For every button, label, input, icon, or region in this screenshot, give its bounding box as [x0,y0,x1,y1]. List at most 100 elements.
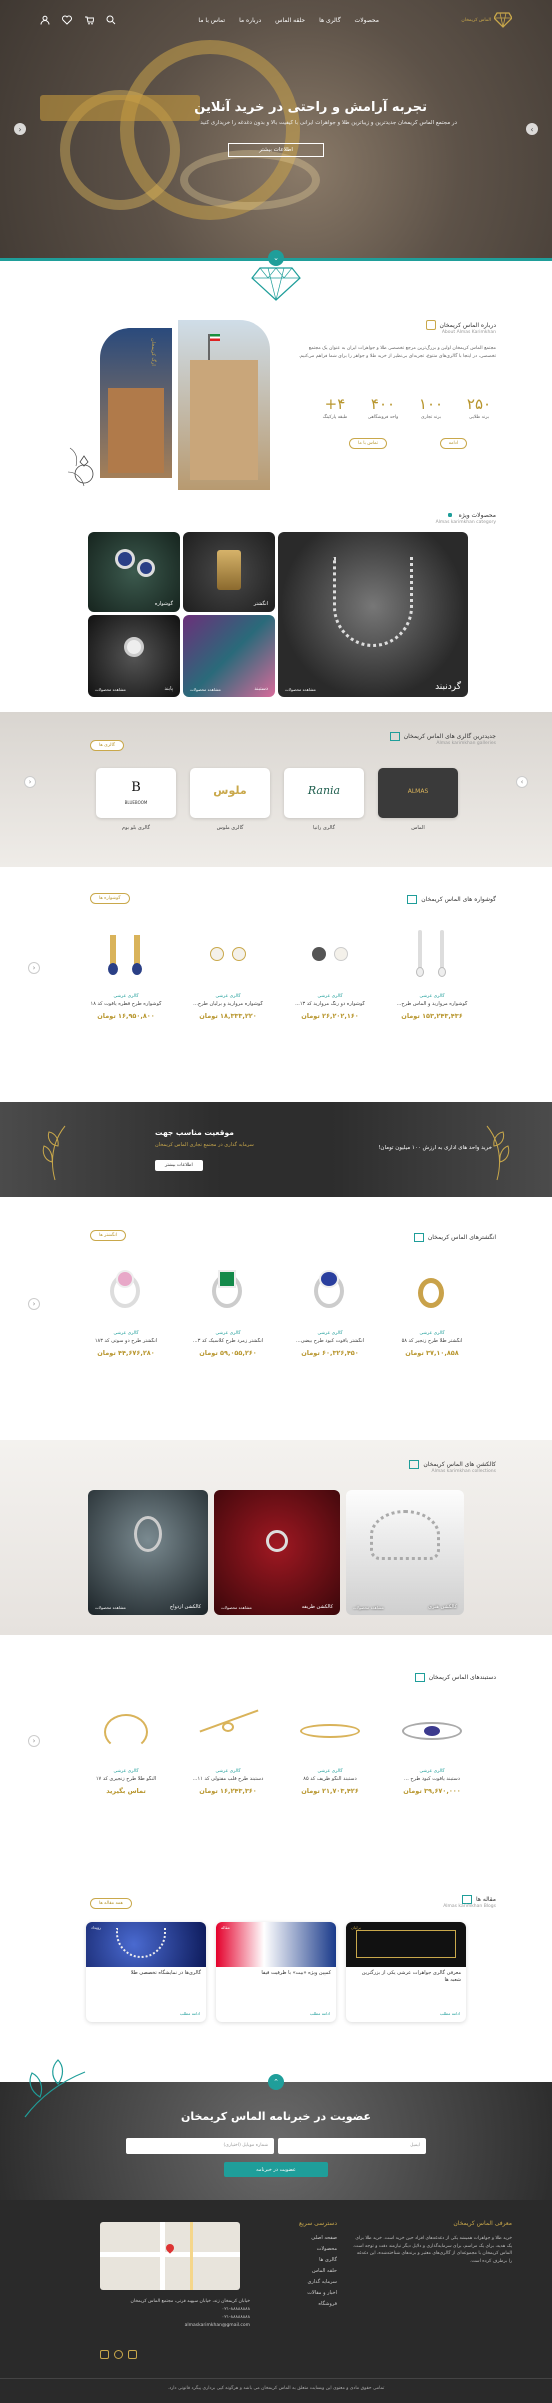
gallery-logo[interactable]: Rania [284,768,364,818]
product-card[interactable]: گالری عرشی گوشواره مروارید و برلیان طرح.… [180,925,276,1035]
bracelets-title: دستبندهای الماس کریمخان [428,1674,496,1681]
product-card[interactable]: گالری عرشی انگشتر طرح دو سوتی کد ۱۸۳ ۴۴,… [78,1262,174,1372]
chevron-left-icon[interactable]: ‹ [24,776,36,788]
chevron-right-icon[interactable]: › [526,123,538,135]
collections-header: کالکشن های الماس کریمخان Almas karimkhan… [409,1460,496,1474]
category-more-link[interactable]: مشاهده محصولات [190,687,221,692]
footer-link[interactable]: حلقه الماس [267,2268,337,2274]
heart-icon[interactable] [62,15,72,25]
product-card[interactable]: گالری عرشی انگشتر طلا طرح زنجیر کد ۵۸ ۳۷… [384,1262,480,1372]
footer-link[interactable]: فروشگاه [267,2301,337,2307]
earrings-button[interactable]: گوشواره ها [90,893,130,904]
chevron-left-icon[interactable]: ‹ [28,1735,40,1747]
gallery-logo[interactable]: B BLUEBOOM [96,768,176,818]
footer-link[interactable]: سرمایه گذاری [267,2279,337,2285]
galleries-button[interactable]: گالری ها [90,740,125,751]
category-card-bracelet[interactable]: دستبند مشاهده محصولات [183,615,275,697]
product-card[interactable]: گالری عرشی انگشتر زمرد طرح کلاسیک کد ۳..… [180,1262,276,1372]
nav-item[interactable]: حلقه الماس [275,17,305,24]
chevron-left-icon[interactable]: ‹ [14,123,26,135]
stat: ۱۰۰ برند تجاری [418,395,444,420]
investment-banner: موقعیت مناسب جهت سرمایه گذاری در مجتمع ت… [0,1102,552,1197]
stat: ۴۰۰ واحد فروشگاهی [367,395,399,420]
product-card[interactable]: گالری عرشی انگشتر یاقوت کبود طرح بیضی...… [282,1262,378,1372]
product-card[interactable]: گالری عرشی گوشواره طرح قطره یاقوت کد ۱۸ … [78,925,174,1035]
user-icon[interactable] [40,15,50,25]
email-text[interactable]: almaskarimkhan@gmail.com [100,2322,250,2330]
collections-subtitle: Almas karimkhan collections [431,1469,496,1474]
category-card-necklace[interactable]: گردنبند مشاهده محصولات [278,532,468,697]
banner-button[interactable]: اطلاعات بیشتر [155,1160,203,1171]
castle-image: ارگ کریمخان [100,328,172,478]
collection-card[interactable]: کالکشن ازدواج مشاهده محصولات [88,1490,208,1615]
category-card-anklet[interactable]: پابند مشاهده محصولات [88,615,180,697]
gallery-logo[interactable]: ALMAS [378,768,458,818]
footer-link[interactable]: اخبار و مقالات [267,2290,337,2296]
phone-input[interactable]: شماره موبایل (اختیاری) [126,2138,274,2154]
brand-logo[interactable]: الماس کریمخان [461,12,512,28]
cart-icon[interactable] [84,15,95,25]
category-name: پابند [164,686,173,692]
search-icon[interactable] [106,15,116,25]
product-image [96,925,156,990]
location-map[interactable] [100,2222,240,2290]
whatsapp-icon[interactable] [100,2350,109,2359]
footer-link[interactable]: محصولات [267,2246,337,2252]
blog-card[interactable]: مقاله کمپین ویژه «بیت» با ظرفیت فیفا ادا… [216,1922,336,2022]
chevron-up-icon[interactable]: ⌃ [268,2074,284,2090]
hero-subtitle: در مجتمع الماس کریمخان جدیدترین و زیباتر… [200,120,457,126]
diamond-icon [494,12,512,28]
footer-about-text: خرید طلا و جواهرات همیشه یکی از دغدغه‌ها… [352,2236,512,2264]
category-name: گردنبند [435,682,461,692]
store-icon [409,1460,420,1469]
phone-text[interactable]: ۰۲۱-۸۸۸۸۸۸۸۸ [100,2306,250,2314]
subscribe-button[interactable]: عضویت در خبرنامه [224,2162,328,2177]
nav-item[interactable]: گالری ها [319,17,340,24]
product-card[interactable]: گالری عرشی النگو طلا طرح زنجیری کد ۱۷ تم… [78,1700,174,1810]
newsletter-title: عضویت در خبرنامه الماس کریمخان [180,2110,372,2123]
instagram-icon[interactable] [128,2350,137,2359]
footer-links: دسترسی سریع صفحه اصلی محصولات گالری ها ح… [267,2220,337,2312]
contact-info: خیابان کریمخان زند، خیابان سپهبد قرنی، م… [100,2298,250,2330]
blog-card[interactable]: برلیان معرفی گالری جواهرات عرشی یکی از ب… [346,1922,466,2022]
nav-item[interactable]: محصولات [355,17,379,24]
collection-card[interactable]: کالکشن ظریفه مشاهده محصولات [214,1490,340,1615]
category-name: انگشتر [253,601,268,607]
product-card[interactable]: گالری عرشی گوشواره مروارید و الماس طرح..… [384,925,480,1035]
product-card[interactable]: گالری عرشی دستبند طرح قلب مفتولی کد ۱۱..… [180,1700,276,1810]
about-header: درباره الماس کریمخان About Almas Karimkh… [425,320,496,335]
product-image [96,1262,156,1327]
category-more-link[interactable]: مشاهده محصولات [285,687,316,692]
galleries-subtitle: Almas karimkhan galleries [436,741,496,746]
category-card-ring[interactable]: انگشتر [183,532,275,612]
product-card[interactable]: گالری عرشی گوشواره دو رنگ مروارید کد ۱۳.… [282,925,378,1035]
chevron-left-icon[interactable]: ‹ [28,962,40,974]
gallery-logo[interactable]: ملوس [190,768,270,818]
footer-link[interactable]: صفحه اصلی [267,2235,337,2241]
building-image [178,320,270,490]
telegram-icon[interactable] [114,2350,123,2359]
rings-button[interactable]: انگشتر ها [90,1230,127,1241]
info-icon [425,320,436,330]
footer-about-title: معرفی الماس کریمخان [453,2220,512,2227]
nav-item[interactable]: درباره ما [239,17,261,24]
banner-title: موقعیت مناسب جهت [155,1128,234,1137]
address-text: خیابان کریمخان زند، خیابان سپهبد قرنی، م… [130,2299,250,2304]
blog-card[interactable]: رویداد گالری‌ها در نمایشگاه تخصصی طلا اد… [86,1922,206,2022]
collection-card[interactable]: کالکشن هنری مشاهده محصولات [346,1490,464,1615]
nav-item[interactable]: تماس با ما [198,17,225,24]
product-card[interactable]: گالری عرشی دستبند النگو ظریف کد ۸۵ ۲۱,۷۰… [282,1700,378,1810]
chevron-left-icon[interactable]: ‹ [28,1298,40,1310]
blog-all-button[interactable]: همه مقاله ها [90,1898,132,1909]
chevron-right-icon[interactable]: › [516,776,528,788]
hero-more-button[interactable]: اطلاعات بیشتر [228,143,324,157]
product-card[interactable]: گالری عرشی دستبند یاقوت کبود طرح ... ۳۹,… [384,1700,480,1810]
about-contact-button[interactable]: تماس با ما [349,438,387,449]
main-nav: محصولات گالری ها حلقه الماس درباره ما تم… [198,17,379,24]
footer-link[interactable]: گالری ها [267,2257,337,2263]
category-card-earring[interactable]: گوشواره [88,532,180,612]
category-more-link[interactable]: مشاهده محصولات [95,687,126,692]
email-input[interactable]: ایمیل [278,2138,426,2154]
about-more-button[interactable]: ادامه [439,438,467,449]
phone-text[interactable]: ۰۲۱-۸۸۸۸۸۸۸۸ [100,2314,250,2322]
